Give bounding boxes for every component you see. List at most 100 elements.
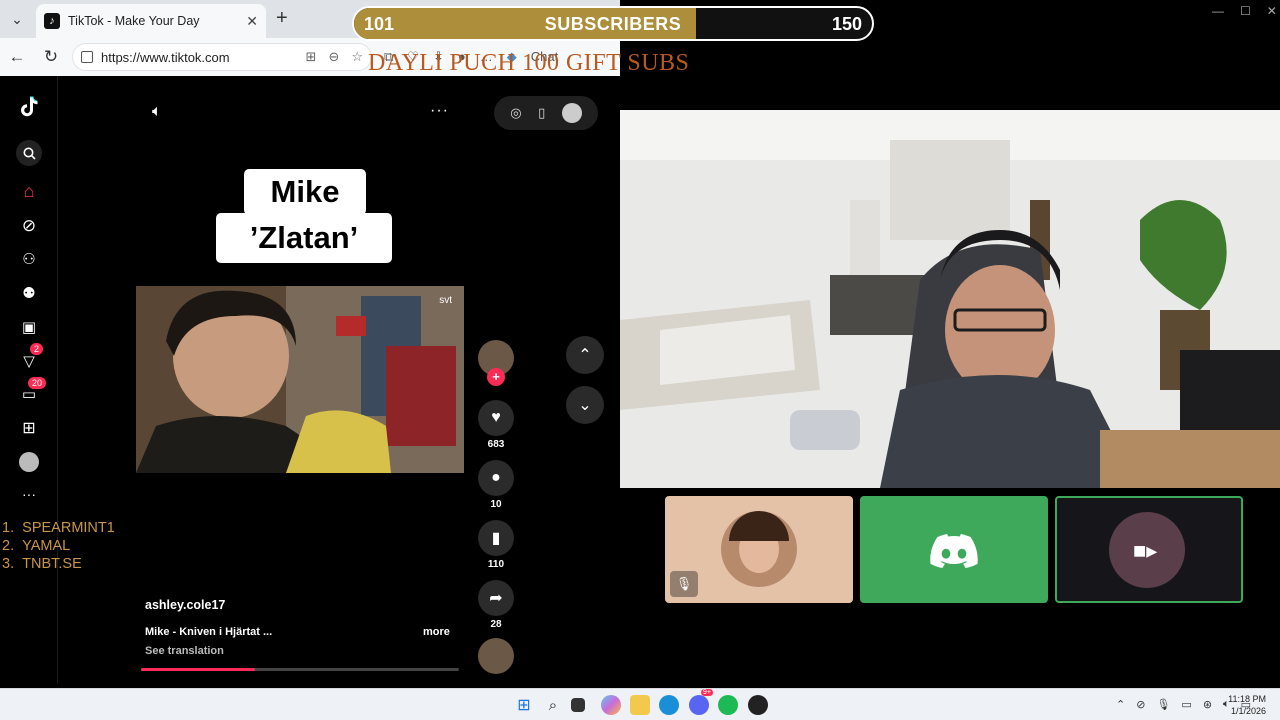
more-dots-icon[interactable]: ···: [18, 483, 40, 505]
see-translation-link[interactable]: See translation: [145, 645, 224, 657]
discord-tile[interactable]: [860, 496, 1048, 603]
taskbar-search-icon[interactable]: ⌕: [543, 695, 563, 715]
subscriber-goal-label: SUBSCRIBERS: [544, 14, 682, 34]
favorite-star-icon[interactable]: ☆: [351, 49, 363, 65]
comment-count: 10: [490, 499, 502, 510]
user-avatar[interactable]: [561, 103, 582, 123]
close-tab-icon[interactable]: ✕: [246, 13, 258, 30]
new-tab-button[interactable]: +: [276, 7, 288, 30]
muted-mic-icon: 🎙︎: [670, 571, 698, 597]
minimize-icon[interactable]: —: [1212, 4, 1224, 18]
previous-video-button[interactable]: ⌃: [566, 336, 604, 374]
stream-leaderboard: 1. SPEARMINT1 2. YAMAL 3. TNBT.SE: [2, 519, 115, 573]
extensions-icon[interactable]: ⊞: [306, 49, 317, 65]
discord-taskbar-icon[interactable]: 9+: [689, 689, 713, 715]
video-title-line2: ’Zlatan’: [216, 213, 392, 263]
tiktok-page: ⌂ ⊘ ⚇ ⚉ ▣ ▽ 2 ▭ 20 ⊞ ··· 1. SPEARMINT1 2…: [2, 76, 616, 684]
save-button[interactable]: ▮ 110: [476, 520, 516, 570]
app-tray-icon[interactable]: ▭: [1181, 698, 1191, 711]
site-info-icon[interactable]: [81, 51, 93, 63]
windows-taskbar: ⊞ ⌕ 9+ ⌃ ⊘ 🎙︎ ▭ ⊛ 🔈︎ ▭ 11:18 PM 1/1/2026: [0, 688, 1280, 720]
gift-subs-goal-text: DAYLI PUCH 100 GIFT SUBS: [368, 50, 690, 76]
back-arrow-icon[interactable]: ←: [6, 47, 28, 67]
video-caption: ashley.cole17 Mike - Kniven i Hjärtat ..…: [145, 598, 455, 657]
search-icon[interactable]: [16, 140, 42, 166]
notification-badge: 9+: [701, 689, 713, 696]
browser-tab-tiktok[interactable]: ♪ TikTok - Make Your Day ✕: [36, 4, 266, 38]
video-watermark: svt: [439, 295, 452, 306]
heart-icon: ♥: [478, 400, 514, 436]
share-icon: ➦: [478, 580, 514, 616]
home-icon[interactable]: ⌂: [18, 180, 40, 202]
url-text: https://www.tiktok.com: [101, 49, 230, 65]
profile-avatar[interactable]: [18, 451, 40, 473]
live-icon[interactable]: ▣: [18, 316, 40, 338]
clock-date: 1/1/2026: [1230, 706, 1266, 716]
edge-icon[interactable]: [659, 695, 679, 715]
clock-time: 11:18 PM: [1228, 694, 1266, 704]
coins-icon[interactable]: ◎: [510, 105, 521, 121]
save-count: 110: [487, 559, 505, 570]
tray-overflow-icon[interactable]: ⌃: [1116, 698, 1125, 711]
comment-button[interactable]: ● 10: [476, 460, 516, 510]
subscriber-goal-target: 150: [831, 14, 862, 34]
video-progress-fill: [141, 668, 256, 671]
copilot-taskbar-icon[interactable]: [601, 695, 621, 715]
subscriber-goal-bar: SUBSCRIBERS 101 150: [352, 6, 874, 41]
inbox-icon[interactable]: ▭ 20: [18, 377, 47, 405]
friends-icon[interactable]: ⚉: [18, 282, 40, 304]
subscriber-count: 101: [364, 14, 395, 34]
messages-icon[interactable]: ▽ 2: [18, 343, 44, 372]
upload-icon[interactable]: ⊞: [18, 417, 40, 439]
like-count: 683: [487, 439, 505, 450]
video-progress-bar[interactable]: [141, 668, 459, 671]
vpn-icon[interactable]: ⊘: [1136, 698, 1145, 711]
task-view-icon[interactable]: [571, 698, 585, 712]
messages-badge: 2: [30, 343, 44, 355]
like-button[interactable]: ♥ 683: [476, 400, 516, 450]
start-windows-icon[interactable]: ⊞: [514, 695, 534, 715]
video-description: Mike - Kniven i Hjärtat ...: [145, 626, 273, 638]
tiktok-favicon-icon: ♪: [44, 13, 60, 29]
maximize-icon[interactable]: ☐: [1240, 4, 1251, 18]
leaderboard-item: 3. TNBT.SE: [2, 556, 82, 572]
following-icon[interactable]: ⚇: [18, 248, 40, 270]
leaderboard-item: 2. YAMAL: [2, 538, 71, 554]
network-icon[interactable]: ⊛: [1203, 698, 1212, 711]
next-video-button[interactable]: ⌄: [566, 386, 604, 424]
tab-title: TikTok - Make Your Day: [68, 14, 200, 28]
discord-logo-icon: [930, 534, 978, 568]
video-options-icon[interactable]: ···: [430, 102, 449, 120]
file-explorer-icon[interactable]: [630, 695, 650, 715]
url-field[interactable]: https://www.tiktok.com ⊞ ⊖ ☆: [72, 43, 372, 71]
volume-icon[interactable]: 🔈︎: [152, 103, 162, 121]
video-frame[interactable]: svt: [136, 286, 464, 473]
close-window-icon[interactable]: ✕: [1267, 4, 1277, 18]
leaderboard-item: 1. SPEARMINT1: [2, 520, 115, 536]
tiktok-logo-icon[interactable]: [18, 96, 40, 118]
sound-disc-icon: [478, 638, 514, 674]
tiktok-sidebar: ⌂ ⊘ ⚇ ⚉ ▣ ▽ 2 ▭ 20 ⊞ ···: [2, 76, 58, 684]
webcam-image: [620, 110, 1280, 488]
explore-icon[interactable]: ⊘: [18, 215, 40, 237]
device-icon[interactable]: ▯: [538, 105, 545, 121]
tiktok-top-pill: ◎ ▯: [494, 96, 598, 130]
share-button[interactable]: ➦ 28: [476, 580, 516, 630]
call-participant-tile[interactable]: 🎙︎: [665, 496, 853, 603]
camera-tile[interactable]: ■▸: [1055, 496, 1243, 603]
obs-icon[interactable]: [748, 695, 768, 715]
more-link[interactable]: more: [423, 626, 450, 638]
spotify-icon[interactable]: [718, 695, 738, 715]
video-camera-icon: ■▸: [1133, 538, 1158, 563]
follow-plus-icon[interactable]: +: [487, 368, 505, 386]
sound-disc[interactable]: [476, 638, 516, 677]
reload-icon[interactable]: ↻: [40, 47, 62, 67]
tab-list-dropdown-icon[interactable]: ⌄: [6, 8, 28, 30]
microphone-icon[interactable]: 🎙︎: [1156, 698, 1170, 711]
creator-avatar[interactable]: +: [476, 340, 516, 386]
comment-icon: ●: [478, 460, 514, 496]
participant-avatar: [721, 511, 797, 587]
zoom-icon[interactable]: ⊖: [328, 49, 339, 65]
video-author[interactable]: ashley.cole17: [145, 598, 455, 612]
system-clock[interactable]: 11:18 PM 1/1/2026: [1228, 693, 1266, 717]
